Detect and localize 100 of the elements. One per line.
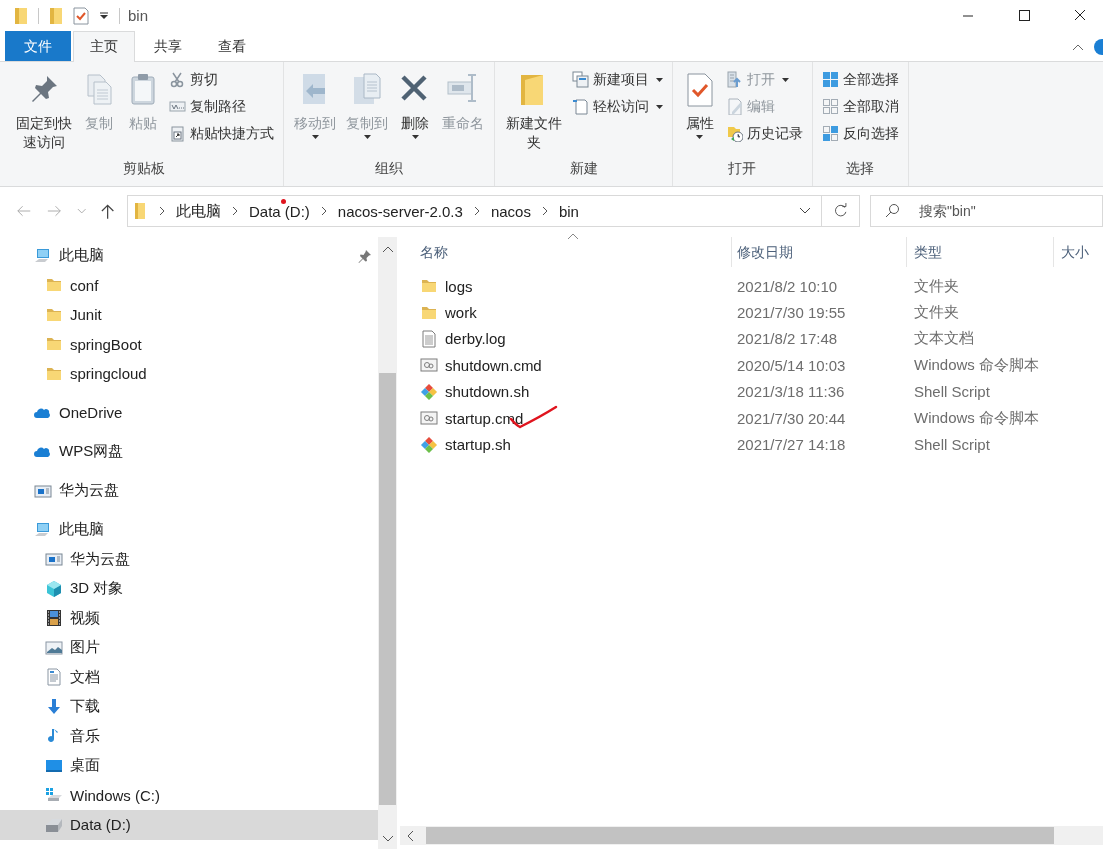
- search-field[interactable]: 搜索"bin": [870, 195, 1103, 227]
- file-name[interactable]: startup.sh: [445, 436, 511, 454]
- column-header[interactable]: 修改日期: [732, 237, 907, 267]
- scrollbar-thumb[interactable]: [426, 827, 1054, 844]
- search-icon: [884, 203, 900, 219]
- date-cell-text: 2021/7/27 14:18: [736, 436, 847, 454]
- ribbon-tab[interactable]: 查看: [201, 31, 263, 61]
- type-cell-text: 文件夹: [913, 303, 960, 323]
- navigation-item[interactable]: springBoot: [0, 329, 378, 359]
- file-name[interactable]: logs: [445, 277, 473, 295]
- date-cell-text: 2021/8/2 10:10: [736, 277, 839, 295]
- date-cell-text: 2021/7/30 19:55: [736, 304, 847, 322]
- navigation-item[interactable]: conf: [0, 270, 378, 300]
- navigation-item[interactable]: 此电脑: [0, 241, 378, 271]
- breadcrumb-item[interactable]: bin: [558, 202, 579, 220]
- dropdown-icon[interactable]: [798, 207, 811, 215]
- ribbon-button[interactable]: 固定到快速访问: [11, 66, 77, 154]
- scrollbar[interactable]: [378, 237, 397, 849]
- ribbon-button[interactable]: 反向选择: [818, 122, 902, 145]
- navigation-item[interactable]: springcloud: [0, 359, 378, 389]
- type-cell-text: Shell Script: [913, 436, 991, 454]
- folder-icon[interactable]: [49, 6, 63, 25]
- chevron-icon[interactable]: [472, 206, 481, 216]
- shortcut-icon: [169, 125, 187, 142]
- chevron-icon[interactable]: [157, 206, 166, 216]
- computer-icon: [34, 246, 52, 265]
- navigation-item[interactable]: 下载: [0, 692, 378, 722]
- group-label: 选择: [845, 160, 876, 178]
- script-file-icon: [420, 356, 438, 375]
- ribbon-button[interactable]: 新建项目: [568, 68, 666, 91]
- ribbon-button[interactable]: 粘贴快捷方式: [166, 122, 278, 145]
- navigation-item[interactable]: Windows (C:): [0, 780, 378, 810]
- window-title: bin: [128, 7, 149, 24]
- date-cell-text: 2021/8/2 17:48: [736, 330, 839, 348]
- dropdown-icon[interactable]: [99, 10, 109, 21]
- navigation-item[interactable]: 桌面: [0, 751, 378, 781]
- ribbon-button[interactable]: 全部取消: [818, 95, 902, 118]
- file-name[interactable]: shutdown.sh: [445, 383, 530, 401]
- pencil-icon: [725, 98, 743, 115]
- navigation-item[interactable]: 此电脑: [0, 515, 378, 545]
- group-label: 新建: [568, 160, 599, 178]
- film-icon: [45, 609, 63, 628]
- ribbon-tab[interactable]: 共享: [137, 31, 199, 61]
- date-cell-text: 2021/3/18 11:36: [736, 383, 846, 401]
- folder-icon[interactable]: [14, 6, 28, 25]
- navigation-item[interactable]: 音乐: [0, 721, 378, 751]
- history-icon: [725, 125, 743, 142]
- cube-icon: [45, 579, 63, 598]
- file-name[interactable]: work: [445, 304, 477, 322]
- breadcrumb-item[interactable]: Data (D:): [248, 202, 310, 220]
- breadcrumb-item[interactable]: 此电脑: [175, 201, 221, 221]
- breadcrumb-item[interactable]: nacos: [490, 202, 531, 220]
- navigation-item[interactable]: Junit: [0, 300, 378, 330]
- ribbon-button[interactable]: 全部选择: [818, 68, 902, 91]
- chevron-icon[interactable]: [230, 206, 239, 216]
- address-bar[interactable]: 此电脑 Data (D:) nacos-server-2.0.3 nacos bin: [126, 195, 822, 227]
- ribbon-button[interactable]: 轻松访问: [568, 95, 666, 118]
- column-header[interactable]: 名称: [400, 237, 732, 267]
- grid-icon: [821, 71, 839, 88]
- navigation-item[interactable]: OneDrive: [0, 398, 378, 428]
- group-label: 打开: [727, 160, 758, 178]
- file-name[interactable]: shutdown.cmd: [445, 356, 542, 374]
- navigation-item[interactable]: 图片: [0, 633, 378, 663]
- up-arrow-icon[interactable]: [99, 202, 115, 220]
- diamond-icon: [420, 382, 438, 401]
- ribbon-button[interactable]: 历史记录: [722, 122, 806, 145]
- chevron-icon[interactable]: [319, 206, 328, 216]
- ribbon-tab[interactable]: 主页: [73, 31, 135, 62]
- path-icon: [169, 98, 187, 115]
- scrollbar-thumb[interactable]: [379, 373, 396, 805]
- ribbon-button[interactable]: 复制路径: [166, 95, 278, 118]
- ribbon-button[interactable]: 属性: [678, 66, 721, 141]
- ribbon-button[interactable]: 剪切: [166, 68, 278, 91]
- ribbon-button[interactable]: 新建文件夹: [501, 66, 567, 154]
- scrollbar[interactable]: [400, 826, 1103, 845]
- column-header[interactable]: 大小: [1054, 237, 1103, 267]
- navigation-item[interactable]: 华为云盘: [0, 544, 378, 574]
- navigation-item[interactable]: 华为云盘: [0, 476, 378, 506]
- refresh-icon[interactable]: [821, 195, 860, 227]
- date-cell-text: 2021/7/30 20:44: [736, 409, 847, 427]
- file-name[interactable]: derby.log: [445, 330, 506, 348]
- grid-icon: [821, 98, 839, 115]
- navigation-item[interactable]: 3D 对象: [0, 574, 378, 604]
- navigation-item[interactable]: 视频: [0, 603, 378, 633]
- caret-icon: [311, 135, 319, 139]
- navigation-item[interactable]: 文档: [0, 662, 378, 692]
- file-menu-tab[interactable]: 文件: [5, 31, 71, 61]
- grid-icon: [821, 125, 839, 142]
- help-icon[interactable]: [1093, 38, 1103, 55]
- breadcrumb-item[interactable]: nacos-server-2.0.3: [337, 202, 463, 220]
- column-header[interactable]: 类型: [907, 237, 1054, 267]
- document-icon: [45, 668, 63, 687]
- chevron-icon[interactable]: [540, 206, 549, 216]
- navigation-item[interactable]: Data (D:): [0, 810, 378, 840]
- navigation-item[interactable]: WPS网盘: [0, 437, 378, 467]
- check-document-icon[interactable]: [73, 6, 89, 25]
- caret-icon: [696, 135, 704, 139]
- ribbon-button[interactable]: 删除: [394, 66, 437, 141]
- file-name[interactable]: startup.cmd: [445, 409, 524, 427]
- text-file-icon: [420, 329, 438, 348]
